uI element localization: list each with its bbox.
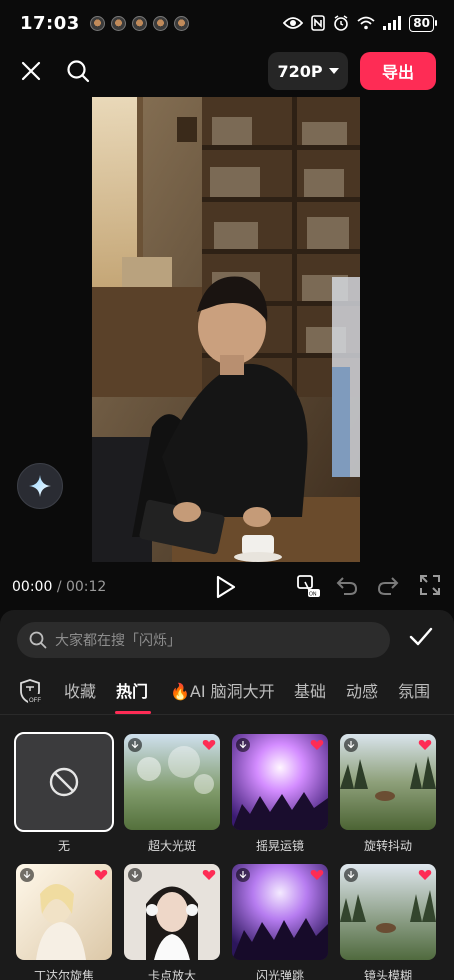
undo-icon[interactable] (336, 574, 358, 596)
tab-favorites[interactable]: 收藏 (64, 678, 96, 702)
nfc-icon (311, 15, 326, 31)
playback-bar: 00:00 / 00:12 ON (0, 570, 454, 604)
effect-thumb (340, 864, 436, 960)
download-icon (344, 738, 358, 752)
heart-badge-icon (310, 870, 324, 880)
svg-text:ON: ON (309, 592, 317, 598)
app-icon (152, 15, 168, 31)
tab-dynamic[interactable]: 动感 (346, 678, 378, 702)
search-icon (29, 631, 47, 649)
heart-badge-icon (202, 740, 216, 750)
editor-toolbar: 720P 导出 (0, 50, 454, 92)
tabs-divider (0, 714, 454, 715)
effect-label: 旋转抖动 (363, 839, 412, 853)
timecode: 00:00 / 00:12 (12, 579, 106, 595)
video-preview[interactable] (92, 97, 360, 562)
ai-sparkle-button[interactable] (17, 463, 63, 509)
app-icon (131, 15, 147, 31)
check-icon[interactable] (408, 626, 434, 648)
close-icon[interactable] (16, 56, 46, 86)
tab-atmosphere[interactable]: 氛围 (398, 678, 430, 702)
effect-thumb (16, 864, 112, 960)
status-time: 17:03 (20, 12, 80, 34)
resolution-label: 720P (277, 61, 323, 81)
effect-item[interactable]: 旋转抖动 (340, 734, 436, 854)
time-separator: / (56, 579, 62, 595)
app-icon (89, 15, 105, 31)
svg-text:OFF: OFF (29, 698, 41, 704)
resolution-dropdown[interactable]: 720P (268, 52, 348, 90)
tab-hot[interactable]: 热门 (116, 678, 148, 702)
signal-icon (383, 16, 402, 30)
search-icon[interactable] (63, 56, 93, 86)
effect-thumb (340, 734, 436, 830)
heart-badge-icon (418, 740, 432, 750)
play-icon[interactable] (214, 574, 238, 600)
heart-badge-icon (202, 870, 216, 880)
export-button[interactable]: 导出 (360, 52, 436, 90)
commercial-off-icon[interactable]: OFF (18, 678, 42, 706)
app-icon (110, 15, 126, 31)
effect-thumb (232, 734, 328, 830)
notification-icons (89, 15, 189, 31)
search-placeholder: 大家都在搜「闪烁」 (55, 633, 181, 649)
effect-label: 镜头模糊 (363, 969, 412, 980)
heart-badge-icon (418, 870, 432, 880)
effect-thumb (232, 864, 328, 960)
effect-item[interactable]: 摇晃运镜 (232, 734, 328, 854)
effect-label: 卡点放大 (147, 969, 196, 980)
effects-tabs: OFF 收藏 热门 🔥AI 脑洞大开 基础 动感 氛围 (0, 672, 454, 714)
effect-label: 闪光弹跳 (255, 969, 304, 980)
download-icon (236, 868, 250, 882)
sparkle-icon (29, 475, 51, 497)
eye-icon (283, 17, 304, 29)
system-icons: 80 (283, 14, 437, 32)
tab-ai-brainstorm[interactable]: 🔥AI 脑洞大开 (170, 678, 275, 702)
download-icon (236, 738, 250, 752)
battery-icon: 80 (409, 14, 437, 32)
effect-thumb (124, 734, 220, 830)
preview-frame-image (92, 97, 360, 562)
effect-item[interactable]: 镜头模糊 (340, 864, 436, 980)
tab-basic[interactable]: 基础 (294, 678, 326, 702)
status-bar: 17:03 80 (0, 0, 454, 46)
caret-down-icon (328, 68, 339, 74)
wifi-icon (357, 16, 375, 30)
effect-label: 超大光斑 (147, 839, 196, 853)
fire-icon: 🔥 (170, 682, 190, 701)
heart-badge-icon (310, 740, 324, 750)
download-icon (344, 868, 358, 882)
total-time: 00:12 (65, 579, 107, 595)
effect-item-none[interactable]: 无 (14, 732, 114, 854)
effect-label: 无 (57, 839, 70, 853)
download-icon (128, 868, 142, 882)
effect-thumb (124, 864, 220, 960)
keyframe-on-icon[interactable]: ON (296, 574, 320, 598)
redo-icon[interactable] (377, 574, 399, 596)
none-icon (49, 767, 79, 797)
effect-item[interactable]: 闪光弹跳 (232, 864, 328, 980)
app-icon (173, 15, 189, 31)
fullscreen-icon[interactable] (419, 574, 441, 596)
effects-search-input[interactable]: 大家都在搜「闪烁」 (17, 622, 390, 658)
alarm-icon (334, 15, 349, 31)
effect-item[interactable]: 超大光斑 (124, 734, 220, 854)
effect-item[interactable]: 卡点放大 (124, 864, 220, 980)
current-time: 00:00 (12, 579, 53, 595)
download-icon (128, 738, 142, 752)
effect-item[interactable]: 丁达尔旋焦 (16, 864, 112, 980)
download-icon (20, 868, 34, 882)
effect-label: 摇晃运镜 (255, 839, 304, 853)
effect-label: 丁达尔旋焦 (33, 969, 94, 980)
effects-panel: 大家都在搜「闪烁」 OFF 收藏 热门 🔥AI 脑洞大开 基础 动感 氛围 无 … (0, 610, 454, 980)
heart-badge-icon (94, 870, 108, 880)
effect-thumb (14, 732, 114, 832)
